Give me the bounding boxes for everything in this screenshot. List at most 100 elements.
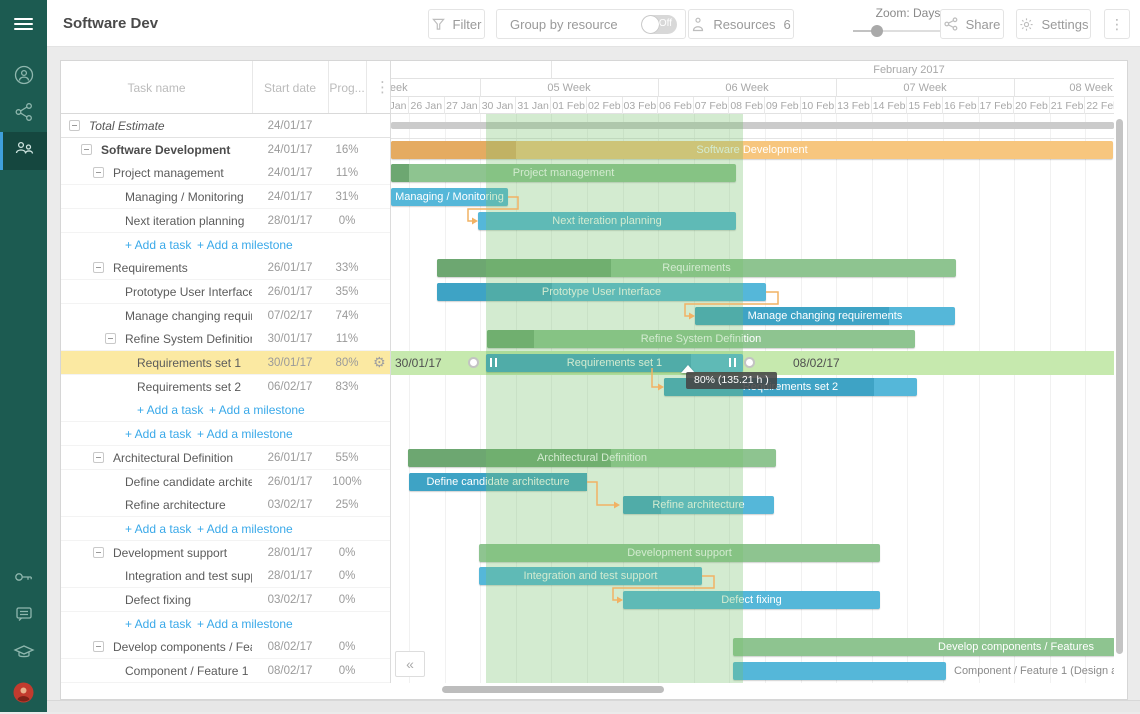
progress-cell: 11%: [328, 333, 366, 345]
add-row[interactable]: + Add a task + Add a milestone: [61, 612, 391, 636]
day-cell: 10 Feb: [801, 97, 837, 114]
selected-task-date-band: [486, 114, 743, 683]
gantt-bar-component-feature-1-design-and[interactable]: [733, 662, 946, 680]
add-row[interactable]: + Add a task + Add a milestone: [61, 233, 391, 257]
task-row[interactable]: Define candidate architecture26/01/17100…: [61, 470, 391, 494]
settings-label: Settings: [1042, 17, 1089, 32]
add-task-link[interactable]: + Add a task: [137, 403, 203, 417]
sidebar-item-share-network[interactable]: [0, 95, 47, 133]
sidebar-item-team[interactable]: [0, 132, 47, 170]
task-row[interactable]: Total Estimate24/01/17: [61, 114, 391, 138]
task-row[interactable]: Next iteration planning28/01/170%: [61, 209, 391, 233]
gantt-widget: Task name Start date Prog... ⋮ Total Est…: [60, 60, 1128, 700]
collapse-toggle[interactable]: [93, 641, 104, 652]
group-toggle[interactable]: Off: [641, 15, 677, 34]
progress-cell: 74%: [328, 310, 366, 322]
bar-outside-label: Component / Feature 1 (Design and pr: [954, 665, 1114, 677]
sidebar-item-feedback[interactable]: [0, 597, 47, 635]
left-sidebar: [0, 0, 47, 712]
task-row[interactable]: Project management24/01/1711%: [61, 161, 391, 185]
task-name-cell: Manage changing requirements: [125, 309, 252, 323]
start-date-cell: 06/02/17: [252, 381, 328, 393]
week-label: 04 Week: [391, 82, 426, 94]
collapse-toggle[interactable]: [93, 262, 104, 273]
day-cell: 31 Jan: [516, 97, 552, 114]
task-row[interactable]: Integration and test support28/01/170%: [61, 564, 391, 588]
progress-tooltip: 80% (135.21 h ): [686, 372, 777, 389]
task-name-cell: Prototype User Interface: [125, 285, 252, 299]
collapse-toggle[interactable]: [69, 120, 80, 131]
settings-button[interactable]: Settings: [1016, 9, 1091, 39]
sidebar-item-key[interactable]: [0, 560, 47, 598]
add-row[interactable]: + Add a task + Add a milestone: [61, 398, 391, 422]
resize-grip-left[interactable]: [490, 358, 497, 367]
collapse-toggle[interactable]: [93, 547, 104, 558]
task-row[interactable]: Development support28/01/170%: [61, 541, 391, 565]
task-row[interactable]: Requirements26/01/1733%: [61, 256, 391, 280]
add-milestone-link[interactable]: + Add a milestone: [197, 427, 293, 441]
week-separator: [480, 79, 481, 97]
vertical-scrollbar[interactable]: [1116, 119, 1123, 654]
collapse-toggle[interactable]: [93, 452, 104, 463]
task-row[interactable]: Managing / Monitoring24/01/1731%: [61, 185, 391, 209]
filter-button[interactable]: Filter: [428, 9, 485, 39]
add-milestone-link[interactable]: + Add a milestone: [197, 238, 293, 252]
task-name-cell: Integration and test support: [125, 569, 252, 583]
resize-grip-right[interactable]: [729, 358, 736, 367]
task-row[interactable]: Component / Feature 1 (Design and pr08/0…: [61, 659, 391, 683]
task-row[interactable]: Refine architecture03/02/1725%: [61, 493, 391, 517]
task-row[interactable]: Refine System Definition30/01/1711%: [61, 327, 391, 351]
task-row[interactable]: Prototype User Interface26/01/1735%: [61, 280, 391, 304]
row-settings-gear-icon[interactable]: ⚙: [373, 354, 386, 371]
collapse-grid-button[interactable]: «: [395, 651, 425, 677]
add-task-link[interactable]: + Add a task: [125, 522, 191, 536]
add-milestone-link[interactable]: + Add a milestone: [197, 617, 293, 631]
sidebar-item-user-avatar[interactable]: [0, 676, 47, 714]
collapse-toggle[interactable]: [105, 333, 116, 344]
share-button[interactable]: Share: [940, 9, 1004, 39]
grid-columns-menu-icon[interactable]: ⋮: [375, 78, 390, 96]
start-date-cell: 30/01/17: [252, 357, 328, 369]
collapse-toggle[interactable]: [93, 167, 104, 178]
toggle-state-label: Off: [659, 18, 672, 29]
horizontal-scrollbar[interactable]: [442, 686, 664, 693]
day-gridline: [1050, 114, 1051, 683]
task-row[interactable]: Architectural Definition26/01/1755%: [61, 446, 391, 470]
day-cell: 01 Feb: [551, 97, 587, 114]
task-row[interactable]: Defect fixing03/02/170%: [61, 588, 391, 612]
drag-start-handle[interactable]: [468, 357, 479, 368]
add-milestone-link[interactable]: + Add a milestone: [209, 403, 305, 417]
more-options-button[interactable]: ⋮: [1104, 9, 1130, 39]
task-row[interactable]: Software Development24/01/1716%: [61, 138, 391, 162]
task-row[interactable]: Requirements set 130/01/1780%⚙: [61, 351, 391, 375]
sidebar-item-account[interactable]: [0, 58, 47, 96]
collapse-toggle[interactable]: [81, 144, 92, 155]
add-task-link[interactable]: + Add a task: [125, 617, 191, 631]
drag-end-handle[interactable]: [744, 357, 755, 368]
add-task-link[interactable]: + Add a task: [125, 238, 191, 252]
task-row[interactable]: Manage changing requirements07/02/1774%: [61, 304, 391, 328]
day-gridline: [1014, 114, 1015, 683]
menu-icon[interactable]: [0, 0, 47, 47]
task-name-cell: Refine System Definition: [125, 332, 252, 346]
person-icon: [691, 17, 705, 32]
task-name-cell: Project management: [113, 166, 252, 180]
task-row[interactable]: Develop components / Features08/02/170%: [61, 635, 391, 659]
start-date-cell: 26/01/17: [252, 452, 328, 464]
add-row[interactable]: + Add a task + Add a milestone: [61, 517, 391, 541]
start-date-cell: 26/01/17: [252, 286, 328, 298]
gear-icon: [1019, 17, 1034, 32]
start-date-cell: 26/01/17: [252, 476, 328, 488]
add-milestone-link[interactable]: + Add a milestone: [197, 522, 293, 536]
group-by-resource-button[interactable]: Group by resource Off: [496, 9, 686, 39]
day-cell: 03 Feb: [623, 97, 659, 114]
day-cell: 07 Feb: [694, 97, 730, 114]
slider-knob[interactable]: [871, 25, 883, 37]
add-row[interactable]: + Add a task + Add a milestone: [61, 422, 391, 446]
resources-button[interactable]: Resources 6: [688, 9, 794, 39]
add-task-link[interactable]: + Add a task: [125, 427, 191, 441]
column-separator: [328, 61, 329, 113]
sidebar-item-education[interactable]: [0, 634, 47, 672]
task-row[interactable]: Requirements set 206/02/1783%: [61, 375, 391, 399]
week-separator: [658, 79, 659, 97]
